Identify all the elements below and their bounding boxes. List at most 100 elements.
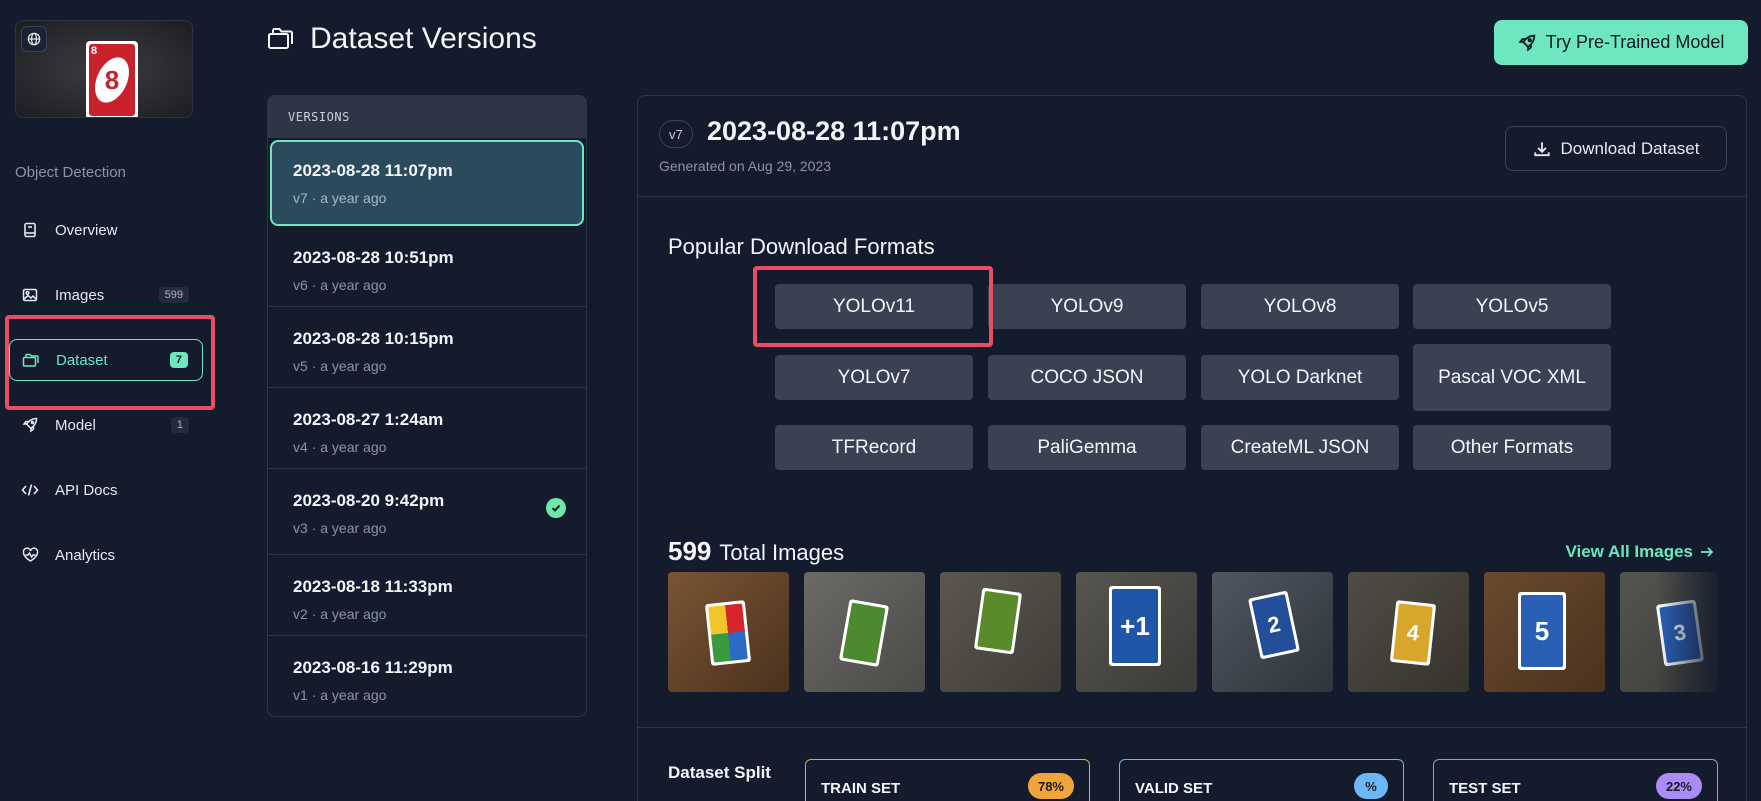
format-yolo-darknet-button[interactable]: YOLO Darknet bbox=[1201, 355, 1399, 400]
total-images-count: 599 bbox=[668, 536, 712, 566]
test-set-card: TEST SET 22% bbox=[1433, 759, 1718, 801]
gallery-fade bbox=[1658, 572, 1718, 692]
version-item-v1[interactable]: 2023-08-16 11:29pm v1 · a year ago bbox=[268, 636, 586, 716]
version-date: 2023-08-28 11:07pm bbox=[293, 161, 453, 180]
version-meta: v3 · a year ago bbox=[293, 520, 387, 536]
images-count-badge: 599 bbox=[158, 287, 189, 303]
version-date: 2023-08-18 11:33pm bbox=[293, 577, 453, 596]
view-all-images-link[interactable]: View All Images bbox=[1565, 542, 1715, 562]
total-images-heading: 599 Total Images bbox=[668, 536, 844, 567]
gallery-card-number: +1 bbox=[1120, 610, 1150, 641]
project-type-label: Object Detection bbox=[15, 164, 126, 181]
rocket-icon bbox=[1518, 34, 1535, 52]
format-createml-json-button[interactable]: CreateML JSON bbox=[1201, 425, 1399, 470]
models-count-badge: 1 bbox=[170, 417, 189, 433]
page-title-text: Dataset Versions bbox=[310, 22, 537, 55]
dataset-image-thumbnail[interactable] bbox=[940, 572, 1061, 692]
version-meta: v5 · a year ago bbox=[293, 358, 387, 374]
dataset-image-thumbnail[interactable]: +1 bbox=[1076, 572, 1197, 692]
check-circle-icon bbox=[546, 498, 566, 518]
version-meta: v4 · a year ago bbox=[293, 439, 387, 455]
thumbnail-card-image: 8 8 bbox=[86, 41, 138, 117]
sidebar-item-overview[interactable]: Overview bbox=[9, 209, 203, 251]
globe-icon[interactable] bbox=[21, 26, 47, 52]
download-dataset-button[interactable]: Download Dataset bbox=[1505, 126, 1727, 171]
version-date: 2023-08-16 11:29pm bbox=[293, 658, 453, 677]
card-corner-number: 8 bbox=[91, 45, 98, 57]
version-meta: v6 · a year ago bbox=[293, 277, 387, 293]
sidebar-item-analytics[interactable]: Analytics bbox=[9, 534, 203, 576]
format-coco-json-button[interactable]: COCO JSON bbox=[988, 355, 1186, 400]
download-button-label: Download Dataset bbox=[1560, 138, 1700, 158]
version-item-v2[interactable]: 2023-08-18 11:33pm v2 · a year ago bbox=[268, 555, 586, 636]
divider bbox=[638, 727, 1746, 728]
versions-heading: VERSIONS bbox=[268, 96, 586, 138]
gallery-card-number: 2 bbox=[1265, 611, 1283, 639]
arrow-right-icon bbox=[1701, 547, 1714, 557]
dataset-image-thumbnail[interactable]: 2 bbox=[1212, 572, 1333, 692]
dataset-image-thumbnail[interactable]: 5 bbox=[1484, 572, 1605, 692]
try-pretrained-model-button[interactable]: Try Pre-Trained Model bbox=[1494, 20, 1748, 65]
dataset-split-title: Dataset Split bbox=[668, 763, 771, 782]
heart-pulse-icon bbox=[20, 545, 40, 565]
gallery-card-number: 5 bbox=[1534, 615, 1550, 646]
train-split-percent: 78% bbox=[1027, 773, 1074, 799]
split-label: VALID SET bbox=[1135, 780, 1213, 797]
image-icon bbox=[20, 285, 40, 305]
versions-count-badge: 7 bbox=[169, 352, 188, 368]
sidebar-item-label: Analytics bbox=[55, 546, 116, 564]
sidebar-item-api-docs[interactable]: API Docs bbox=[9, 469, 203, 511]
format-paligemma-button[interactable]: PaliGemma bbox=[988, 425, 1186, 470]
sidebar-item-dataset[interactable]: Dataset 7 bbox=[9, 339, 203, 381]
sidebar-item-label: Images bbox=[55, 286, 105, 304]
version-date: 2023-08-28 10:15pm bbox=[293, 329, 454, 348]
try-button-label: Try Pre-Trained Model bbox=[1545, 32, 1725, 52]
format-tfrecord-button[interactable]: TFRecord bbox=[775, 425, 973, 470]
version-date: 2023-08-20 9:42pm bbox=[293, 491, 445, 510]
book-icon bbox=[20, 220, 40, 240]
valid-set-card: VALID SET % bbox=[1119, 759, 1404, 801]
card-number: 8 bbox=[104, 64, 120, 95]
format-pascal-voc-button[interactable]: Pascal VOC XML bbox=[1413, 344, 1611, 411]
sidebar: 8 8 Object Detection Overview Images 599… bbox=[0, 0, 215, 801]
format-other-formats-button[interactable]: Other Formats bbox=[1413, 425, 1611, 470]
version-item-v5[interactable]: 2023-08-28 10:15pm v5 · a year ago bbox=[268, 307, 586, 388]
version-item-v3[interactable]: 2023-08-20 9:42pm v3 · a year ago bbox=[268, 469, 586, 555]
format-yolov9-button[interactable]: YOLOv9 bbox=[988, 284, 1186, 329]
version-title: 2023-08-28 11:07pm bbox=[707, 116, 961, 146]
code-icon bbox=[20, 480, 40, 500]
dataset-image-thumbnail[interactable] bbox=[804, 572, 925, 692]
sidebar-item-label: Dataset bbox=[56, 351, 108, 369]
dataset-image-thumbnail[interactable] bbox=[668, 572, 789, 692]
sidebar-item-label: API Docs bbox=[55, 481, 118, 499]
dataset-image-thumbnail[interactable]: 4 bbox=[1348, 572, 1469, 692]
split-label: TRAIN SET bbox=[821, 780, 901, 797]
version-date: 2023-08-27 1:24am bbox=[293, 410, 444, 429]
generated-date: Generated on Aug 29, 2023 bbox=[659, 158, 832, 174]
page-title: Dataset Versions bbox=[266, 22, 537, 56]
total-images-label: Total Images bbox=[719, 540, 845, 565]
sidebar-item-label: Model bbox=[55, 416, 96, 434]
sidebar-item-images[interactable]: Images 599 bbox=[9, 274, 203, 316]
version-item-v4[interactable]: 2023-08-27 1:24am v4 · a year ago bbox=[268, 388, 586, 469]
version-meta: v7 · a year ago bbox=[293, 190, 387, 206]
version-badge: v7 bbox=[659, 120, 693, 148]
version-item-v7[interactable]: 2023-08-28 11:07pm v7 · a year ago bbox=[270, 140, 584, 226]
folders-icon bbox=[266, 24, 296, 54]
yolov11-highlight-annotation bbox=[753, 266, 993, 347]
format-yolov7-button[interactable]: YOLOv7 bbox=[775, 355, 973, 400]
valid-split-percent: % bbox=[1354, 773, 1388, 799]
train-set-card: TRAIN SET 78% bbox=[805, 759, 1090, 801]
project-thumbnail[interactable]: 8 8 bbox=[15, 20, 193, 118]
gallery-card-number: 4 bbox=[1405, 619, 1421, 646]
version-item-v6[interactable]: 2023-08-28 10:51pm v6 · a year ago bbox=[268, 226, 586, 307]
sidebar-item-model[interactable]: Model 1 bbox=[9, 404, 203, 446]
rocket-icon bbox=[20, 415, 40, 435]
version-date: 2023-08-28 10:51pm bbox=[293, 248, 454, 267]
format-yolov8-button[interactable]: YOLOv8 bbox=[1201, 284, 1399, 329]
divider bbox=[638, 196, 1746, 197]
version-meta: v1 · a year ago bbox=[293, 687, 387, 703]
test-split-percent: 22% bbox=[1655, 773, 1702, 799]
view-all-label: View All Images bbox=[1565, 542, 1693, 561]
format-yolov5-button[interactable]: YOLOv5 bbox=[1413, 284, 1611, 329]
